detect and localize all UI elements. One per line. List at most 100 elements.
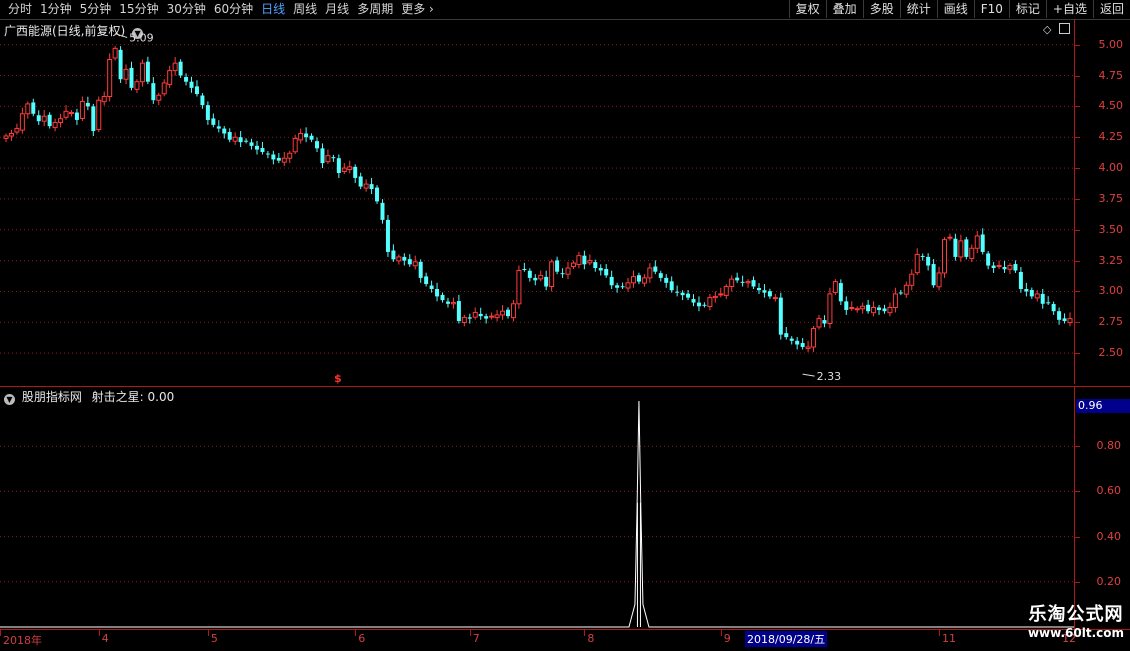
date-tick-mark xyxy=(584,630,586,636)
period-tab-8[interactable]: 月线 xyxy=(321,1,353,18)
candle-body xyxy=(795,340,800,345)
period-tab-7[interactable]: 周线 xyxy=(289,1,321,18)
candle-body xyxy=(996,265,1002,268)
price-tick-mark xyxy=(1075,229,1080,231)
indicator-current-value: 0.96 xyxy=(1076,399,1130,413)
window-icon[interactable] xyxy=(1059,23,1070,34)
candle-body xyxy=(358,176,363,187)
candle-body xyxy=(947,236,953,239)
candle-body xyxy=(691,299,696,303)
candle-body xyxy=(936,272,942,288)
candle-body xyxy=(926,256,931,266)
watermark: 乐淘公式网 www.60lt.com xyxy=(1028,605,1124,641)
candle-body xyxy=(320,148,325,164)
candle-body xyxy=(167,70,173,85)
period-tab-10[interactable]: 更多 › xyxy=(397,1,438,18)
candle-body xyxy=(598,268,603,271)
toolbar-button-1[interactable]: 叠加 xyxy=(825,0,863,18)
toolbar-button-8[interactable]: 返回 xyxy=(1092,0,1130,18)
candle-body xyxy=(129,67,134,88)
candle-body xyxy=(309,135,314,140)
candle-body xyxy=(161,82,167,95)
candle-body xyxy=(604,269,609,276)
indicator-spike xyxy=(636,502,641,627)
toolbar-button-0[interactable]: 复权 xyxy=(788,0,826,18)
main-chart-panel[interactable]: 广西能源(日线,前复权) ▼ 5.09 2.33 $ ◇ xyxy=(0,20,1074,384)
candle-body xyxy=(533,277,538,281)
candle-body xyxy=(63,110,69,118)
indicator-tick-mark xyxy=(1075,491,1080,493)
period-tab-5[interactable]: 60分钟 xyxy=(210,1,257,18)
price-tick-mark xyxy=(1075,44,1080,46)
candle-body xyxy=(920,255,925,257)
candle-body xyxy=(630,276,636,284)
indicator-chart[interactable] xyxy=(0,387,1074,629)
period-tab-1[interactable]: 1分钟 xyxy=(36,1,76,18)
date-tick-mark xyxy=(98,630,100,636)
toolbar-button-4[interactable]: 画线 xyxy=(936,0,974,18)
candlestick-chart[interactable]: 5.09 2.33 $ xyxy=(0,20,1074,384)
candle-body xyxy=(615,285,620,288)
candle-body xyxy=(1024,288,1029,292)
candle-body xyxy=(118,49,123,80)
candle-body xyxy=(762,290,767,293)
candle-body xyxy=(696,302,701,307)
candle-body xyxy=(712,295,718,299)
toolbar-button-3[interactable]: 统计 xyxy=(899,0,937,18)
candle-body xyxy=(1002,267,1007,270)
candle-body xyxy=(172,62,178,72)
candle-body xyxy=(107,58,113,98)
candle-body xyxy=(877,307,882,310)
dividend-marker: $ xyxy=(334,372,342,384)
candle-body xyxy=(79,100,85,119)
candle-body xyxy=(260,148,265,153)
period-tab-4[interactable]: 30分钟 xyxy=(163,1,210,18)
price-tick-label: 2.75 xyxy=(1098,315,1124,329)
indicator-tick-label: 0.20 xyxy=(1096,574,1122,588)
toolbar-button-7[interactable]: +自选 xyxy=(1045,0,1093,18)
candle-body xyxy=(811,327,817,348)
toolbar-button-2[interactable]: 多股 xyxy=(862,0,900,18)
indicator-tick-label: 0.40 xyxy=(1096,529,1122,543)
period-tab-6[interactable]: 日线 xyxy=(257,1,289,18)
candle-body xyxy=(424,276,429,285)
candle-body xyxy=(527,270,532,278)
candle-body xyxy=(315,141,320,149)
candle-body xyxy=(41,115,47,122)
diamond-icon[interactable]: ◇ xyxy=(1043,23,1051,36)
toolbar-button-5[interactable]: F10 xyxy=(973,0,1009,18)
candle-body xyxy=(412,261,418,267)
candle-body xyxy=(478,313,483,317)
candle-body xyxy=(647,267,653,279)
candle-body xyxy=(860,305,866,310)
candle-body xyxy=(467,317,472,319)
candle-body xyxy=(139,62,145,83)
indicator-tick-mark xyxy=(1075,581,1080,583)
indicator-tick-label: 0.60 xyxy=(1096,484,1122,498)
candle-body xyxy=(582,255,587,265)
period-tab-2[interactable]: 5分钟 xyxy=(76,1,116,18)
indicator-panel[interactable]: ▼ 股朋指标网 射击之星: 0.00 xyxy=(0,386,1074,629)
date-tick-label: 9 xyxy=(723,632,731,645)
period-tab-0[interactable]: 分时 xyxy=(4,1,36,18)
candle-body xyxy=(942,239,948,274)
low-marker-line xyxy=(802,373,815,377)
candle-body xyxy=(1018,271,1023,289)
period-tab-9[interactable]: 多周期 xyxy=(353,1,397,18)
candle-body xyxy=(516,269,522,305)
candle-body xyxy=(854,308,860,311)
toolbar-button-6[interactable]: 标记 xyxy=(1008,0,1046,18)
date-tick-mark xyxy=(469,630,471,636)
indicator-axis: 0.96 0.80 0.60 0.40 0.20 xyxy=(1074,386,1130,629)
period-tab-3[interactable]: 15分钟 xyxy=(115,1,162,18)
candle-body xyxy=(816,318,822,328)
candle-body xyxy=(205,105,210,120)
candle-body xyxy=(909,273,915,286)
price-tick-mark xyxy=(1075,137,1080,139)
candle-body xyxy=(101,96,107,103)
candle-body xyxy=(96,99,102,131)
candle-body xyxy=(254,145,259,150)
price-tick-mark xyxy=(1075,322,1080,324)
candle-body xyxy=(281,157,287,163)
candle-body xyxy=(14,128,20,133)
